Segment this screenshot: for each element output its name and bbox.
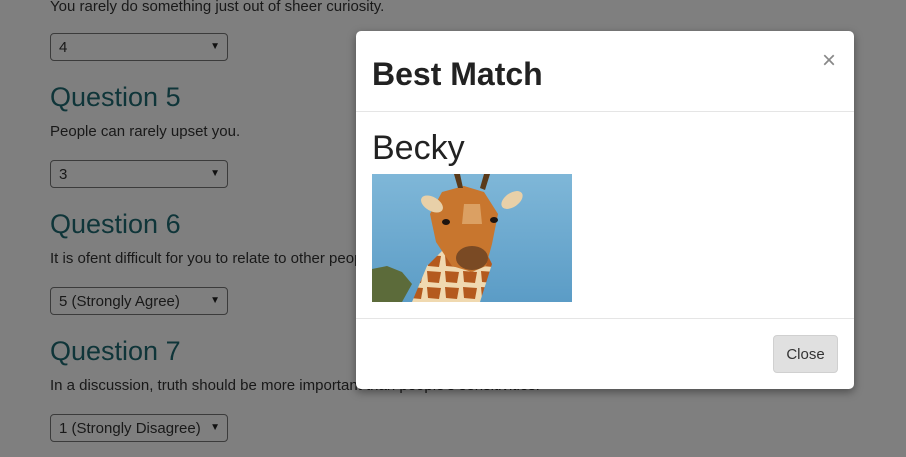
modal-footer: Close: [356, 318, 854, 389]
close-icon[interactable]: ×: [822, 49, 836, 73]
giraffe-image: [372, 174, 572, 302]
modal-header: Best Match ×: [356, 31, 854, 112]
modal-title: Best Match: [372, 56, 543, 92]
modal-body: Becky: [356, 112, 854, 318]
best-match-modal: Best Match × Becky Close: [356, 31, 854, 389]
match-name: Becky: [372, 129, 465, 167]
close-button[interactable]: Close: [773, 335, 838, 373]
